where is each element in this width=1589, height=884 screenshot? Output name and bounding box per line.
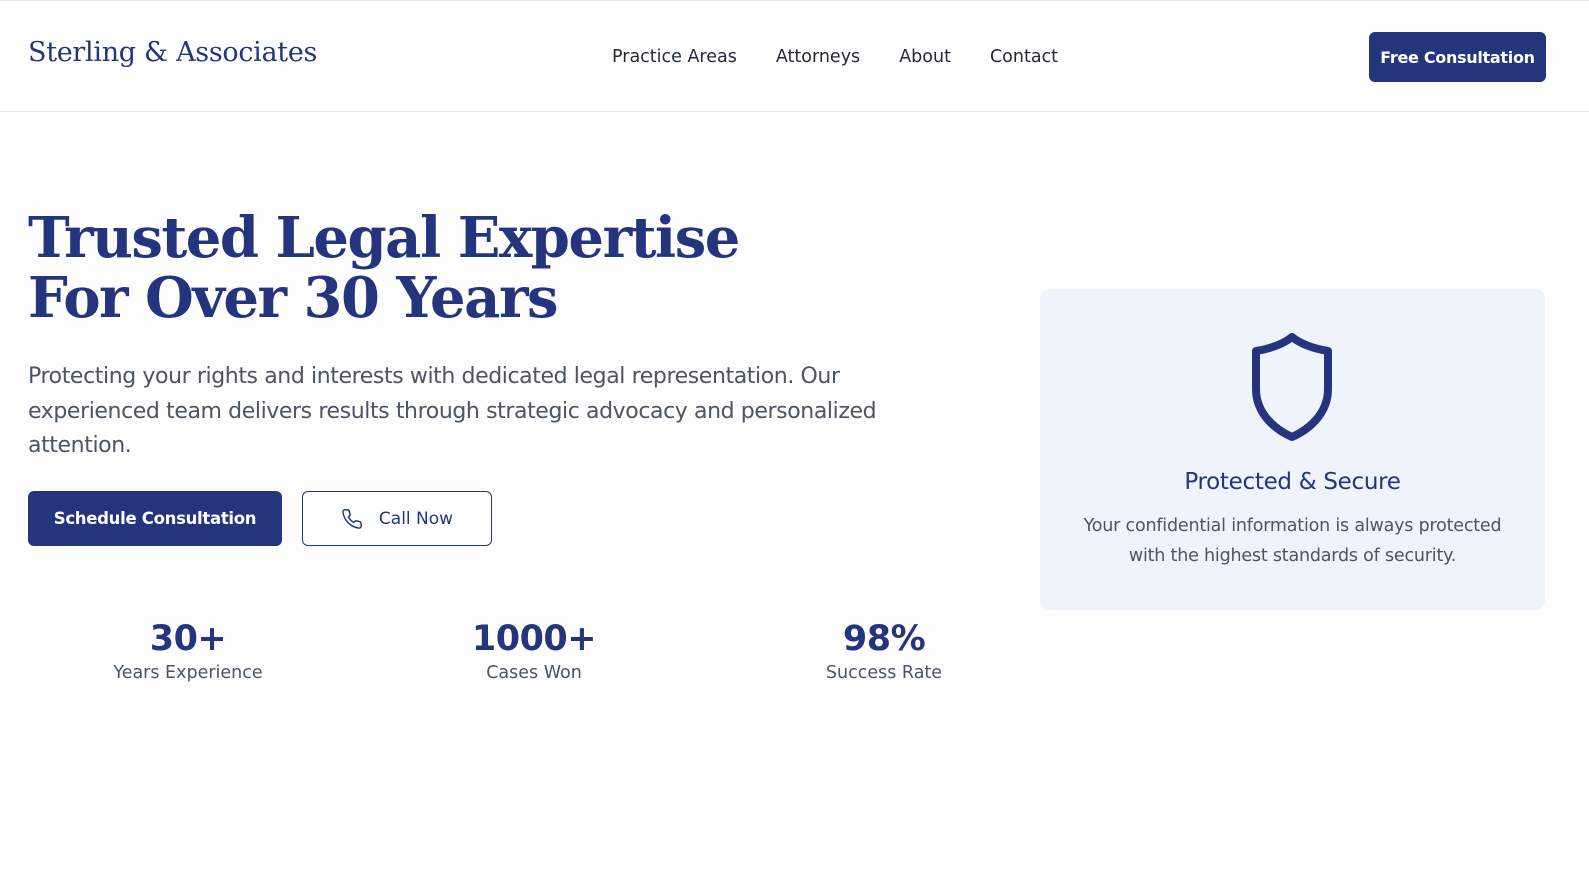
hero-subtitle: Protecting your rights and interests wit… — [28, 364, 877, 458]
stat-label: Cases Won — [486, 663, 582, 683]
stat-label: Success Rate — [825, 663, 943, 683]
stat-value: 30+ — [149, 619, 227, 659]
card-title: Protected & Secure — [1184, 469, 1401, 495]
nav-attorneys[interactable]: Attorneys — [776, 47, 860, 67]
stat-label: Years Experience — [113, 663, 263, 683]
card-text: Your confidential information is always … — [1083, 516, 1502, 566]
stat-years: 30+ Years Experience — [28, 617, 348, 685]
hero-section: Trusted Legal Expertise For Over 30 Year… — [0, 112, 1589, 884]
nav-practice-areas[interactable]: Practice Areas — [612, 47, 737, 67]
nav-contact[interactable]: Contact — [990, 47, 1058, 67]
site-header: Sterling & Associates Practice Areas Att… — [0, 0, 1589, 112]
nav-about[interactable]: About — [899, 47, 951, 67]
phone-icon — [341, 508, 363, 530]
schedule-consultation-button[interactable]: Schedule Consultation — [28, 491, 282, 546]
stats-row: 30+ Years Experience 1000+ Cases Won 98%… — [28, 617, 1028, 697]
hero-title-line-1: Trusted Legal Expertise — [28, 205, 740, 271]
site-logo[interactable]: Sterling & Associates — [28, 37, 317, 68]
stat-success: 98% Success Rate — [724, 617, 1044, 685]
hero-title-line-2: For Over 30 Years — [28, 265, 558, 331]
stat-value: 1000+ — [471, 619, 597, 659]
stat-cases: 1000+ Cases Won — [374, 617, 694, 685]
call-now-label: Call Now — [378, 508, 454, 529]
hero-title: Trusted Legal Expertise For Over 30 Year… — [28, 208, 828, 328]
main-nav: Practice Areas Attorneys About Contact — [612, 47, 1058, 67]
free-consultation-button[interactable]: Free Consultation — [1369, 32, 1546, 82]
shield-icon — [1244, 331, 1340, 443]
stat-value: 98% — [842, 619, 926, 659]
security-card: Protected & Secure Your confidential inf… — [1040, 289, 1545, 610]
call-now-button[interactable]: Call Now — [302, 491, 492, 546]
